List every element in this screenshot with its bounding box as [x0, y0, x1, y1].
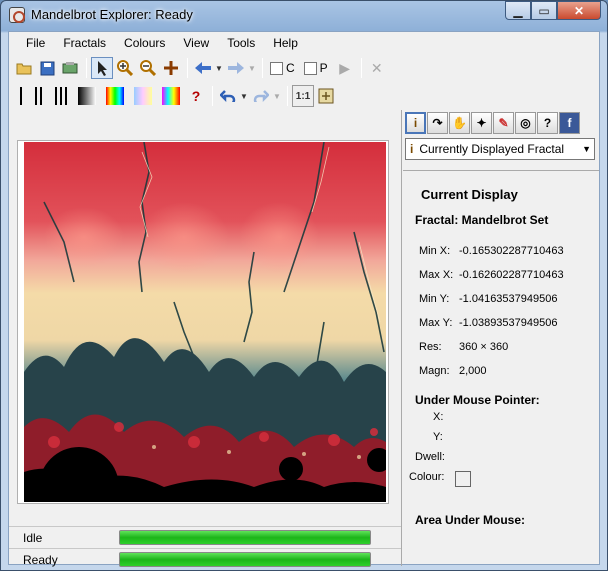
facebook-icon[interactable]: f [559, 112, 580, 134]
menu-bar: File Fractals Colours View Tools Help [9, 32, 599, 54]
menu-file[interactable]: File [17, 32, 54, 54]
current-display-panel: Current Display Fractal: Mandelbrot Set … [403, 170, 599, 566]
status-row-idle: Idle [9, 526, 401, 548]
colour-swatch [455, 471, 471, 487]
magn-value: 2,000 [459, 365, 487, 377]
client-area: File Fractals Colours View Tools Help ▼ … [8, 31, 600, 567]
menu-help[interactable]: Help [264, 32, 307, 54]
pointer-tool-icon[interactable] [91, 57, 113, 79]
mouse-x-label: X: [433, 411, 444, 423]
status-idle-label: Idle [23, 530, 43, 545]
menu-view[interactable]: View [174, 32, 218, 54]
info-icon[interactable]: i [405, 112, 426, 134]
res-label: Res: [419, 341, 442, 353]
app-icon[interactable] [9, 7, 25, 23]
panel-splitter[interactable] [401, 110, 402, 566]
gradient-rainbow-icon[interactable] [106, 87, 124, 105]
progress-bar-idle [119, 530, 371, 545]
area-under-mouse-heading: Area Under Mouse: [415, 513, 526, 527]
progress-bar-ready [119, 552, 371, 567]
panel-select-value: Currently Displayed Fractal [419, 142, 565, 156]
export-image-icon[interactable] [59, 57, 81, 79]
zoom-out-icon[interactable] [137, 57, 159, 79]
forward-dropdown-icon[interactable]: ▼ [248, 64, 258, 73]
p-checkbox-label: P [319, 61, 328, 75]
gradient-grey-icon[interactable] [78, 87, 96, 105]
share-arrow-icon[interactable]: ↷ [427, 112, 448, 134]
colour-label: Colour: [409, 471, 445, 483]
minimize-button[interactable]: ▁ [505, 1, 531, 20]
max-x-value: -0.162602287710463 [459, 269, 564, 281]
open-folder-icon[interactable] [13, 57, 35, 79]
min-x-value: -0.165302287710463 [459, 245, 564, 257]
redo-dropdown-icon[interactable]: ▼ [273, 92, 283, 101]
main-toolbar: ▼ ▼ C P ▶ ✕ [9, 54, 389, 82]
max-y-value: -1.03893537949506 [459, 317, 558, 329]
app-window: Mandelbrot Explorer: Ready ▁ ▭ ✕ File Fr… [0, 0, 608, 571]
min-y-value: -1.04163537949506 [459, 293, 558, 305]
info-toolbar: i ↷ ✋ ✦ ✎ ◎ ? f [403, 112, 597, 136]
magic-wand-icon[interactable]: ✦ [471, 112, 492, 134]
redo-icon[interactable] [250, 85, 272, 107]
status-row-ready: Ready [9, 548, 401, 570]
panel-select[interactable]: i Currently Displayed Fractal ▼ [405, 138, 595, 160]
title-bar[interactable]: Mandelbrot Explorer: Ready ▁ ▭ ✕ [1, 1, 607, 29]
bars-1-icon[interactable] [18, 87, 24, 105]
menu-fractals[interactable]: Fractals [54, 32, 115, 54]
target-icon[interactable]: ◎ [515, 112, 536, 134]
under-mouse-heading: Under Mouse Pointer: [415, 393, 540, 407]
window-title: Mandelbrot Explorer: Ready [31, 7, 193, 22]
cancel-x-icon[interactable]: ✕ [366, 57, 388, 79]
c-checkbox[interactable] [270, 61, 283, 75]
gradient-vivid-icon[interactable] [162, 87, 180, 105]
current-display-heading: Current Display [421, 187, 518, 202]
back-dropdown-icon[interactable]: ▼ [215, 64, 225, 73]
undo-dropdown-icon[interactable]: ▼ [240, 92, 250, 101]
mouse-y-label: Y: [433, 431, 443, 443]
dwell-label: Dwell: [415, 451, 445, 463]
palette-icon[interactable]: ✎ [493, 112, 514, 134]
help-icon[interactable]: ? [537, 112, 558, 134]
bars-3-icon[interactable] [54, 87, 68, 105]
back-arrow-icon[interactable] [192, 57, 214, 79]
chevron-down-icon[interactable]: ▼ [582, 144, 591, 154]
min-y-label: Min Y: [419, 293, 450, 305]
pan-hand-icon[interactable]: ✋ [449, 112, 470, 134]
c-checkbox-label: C [286, 61, 295, 75]
max-y-label: Max Y: [419, 317, 453, 329]
fractal-type: Fractal: Mandelbrot Set [415, 213, 549, 227]
help-question-icon[interactable]: ? [185, 85, 207, 107]
info-small-icon: i [410, 142, 414, 156]
menu-tools[interactable]: Tools [218, 32, 264, 54]
fractal-canvas[interactable] [24, 142, 386, 502]
menu-colours[interactable]: Colours [115, 32, 174, 54]
res-value: 360 × 360 [459, 341, 509, 353]
forward-arrow-icon[interactable] [225, 57, 247, 79]
status-ready-label: Ready [23, 552, 58, 567]
actual-size-button[interactable]: 1:1 [292, 85, 314, 107]
max-x-label: Max X: [419, 269, 454, 281]
p-checkbox[interactable] [303, 61, 317, 75]
bars-2-icon[interactable] [34, 87, 44, 105]
pan-cross-icon[interactable] [160, 57, 182, 79]
maximize-button[interactable]: ▭ [531, 1, 557, 20]
fit-window-icon[interactable] [315, 85, 337, 107]
zoom-in-icon[interactable] [114, 57, 136, 79]
magn-label: Magn: [419, 365, 450, 377]
colour-toolbar: ? ▼ ▼ 1:1 [9, 82, 338, 110]
undo-icon[interactable] [217, 85, 239, 107]
save-icon[interactable] [36, 57, 58, 79]
play-icon[interactable]: ▶ [334, 57, 356, 79]
close-button[interactable]: ✕ [557, 1, 601, 20]
gradient-pastel-icon[interactable] [134, 87, 152, 105]
min-x-label: Min X: [419, 245, 451, 257]
